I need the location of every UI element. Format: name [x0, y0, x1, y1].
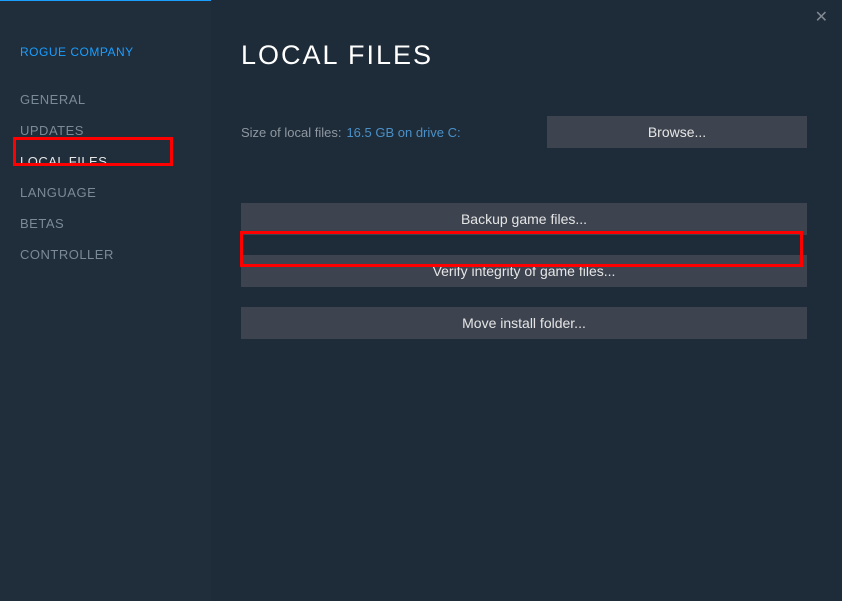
sidebar-item-controller[interactable]: CONTROLLER: [0, 239, 211, 270]
size-row: Size of local files: 16.5 GB on drive C:…: [241, 116, 807, 148]
sidebar-item-local-files[interactable]: LOCAL FILES: [0, 146, 211, 177]
browse-button[interactable]: Browse...: [547, 116, 807, 148]
sidebar-item-label: LOCAL FILES: [20, 154, 107, 169]
verify-integrity-button[interactable]: Verify integrity of game files...: [241, 255, 807, 287]
move-folder-button[interactable]: Move install folder...: [241, 307, 807, 339]
main-panel: ✕ LOCAL FILES Size of local files: 16.5 …: [211, 0, 842, 601]
page-title: LOCAL FILES: [241, 40, 807, 71]
sidebar-item-betas[interactable]: BETAS: [0, 208, 211, 239]
sidebar-item-label: GENERAL: [20, 92, 86, 107]
sidebar-item-label: UPDATES: [20, 123, 84, 138]
sidebar-item-updates[interactable]: UPDATES: [0, 115, 211, 146]
sidebar-item-general[interactable]: GENERAL: [0, 84, 211, 115]
game-title: ROGUE COMPANY: [0, 45, 211, 84]
backup-button[interactable]: Backup game files...: [241, 203, 807, 235]
sidebar-item-label: BETAS: [20, 216, 64, 231]
sidebar-item-label: CONTROLLER: [20, 247, 114, 262]
close-icon[interactable]: ✕: [815, 10, 828, 26]
sidebar: ROGUE COMPANY GENERAL UPDATES LOCAL FILE…: [0, 0, 211, 601]
sidebar-item-language[interactable]: LANGUAGE: [0, 177, 211, 208]
size-label: Size of local files:: [241, 125, 341, 140]
size-value: 16.5 GB on drive C:: [346, 125, 460, 140]
sidebar-item-label: LANGUAGE: [20, 185, 96, 200]
